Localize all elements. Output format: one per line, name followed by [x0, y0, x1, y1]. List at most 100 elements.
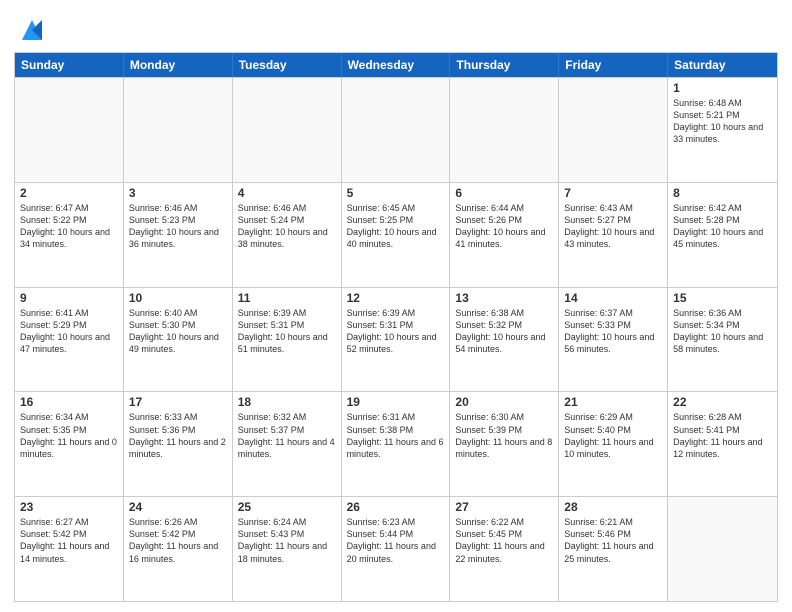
day-info: Sunrise: 6:41 AM Sunset: 5:29 PM Dayligh… — [20, 307, 118, 356]
day-number: 6 — [455, 186, 553, 200]
day-number: 20 — [455, 395, 553, 409]
day-info: Sunrise: 6:48 AM Sunset: 5:21 PM Dayligh… — [673, 97, 772, 146]
calendar-body: 1 Sunrise: 6:48 AM Sunset: 5:21 PM Daylig… — [15, 77, 777, 601]
day-number: 8 — [673, 186, 772, 200]
day-info: Sunrise: 6:33 AM Sunset: 5:36 PM Dayligh… — [129, 411, 227, 460]
day-info: Sunrise: 6:23 AM Sunset: 5:44 PM Dayligh… — [347, 516, 445, 565]
calendar-row-4: 23 Sunrise: 6:27 AM Sunset: 5:42 PM Dayli… — [15, 496, 777, 601]
day-info: Sunrise: 6:44 AM Sunset: 5:26 PM Dayligh… — [455, 202, 553, 251]
day-number: 26 — [347, 500, 445, 514]
calendar-cell-0-2 — [233, 78, 342, 182]
day-number: 10 — [129, 291, 227, 305]
page: SundayMondayTuesdayWednesdayThursdayFrid… — [0, 0, 792, 612]
day-number: 14 — [564, 291, 662, 305]
day-info: Sunrise: 6:34 AM Sunset: 5:35 PM Dayligh… — [20, 411, 118, 460]
day-number: 16 — [20, 395, 118, 409]
day-info: Sunrise: 6:30 AM Sunset: 5:39 PM Dayligh… — [455, 411, 553, 460]
calendar-cell-1-2: 4Sunrise: 6:46 AM Sunset: 5:24 PM Daylig… — [233, 183, 342, 287]
day-info: Sunrise: 6:40 AM Sunset: 5:30 PM Dayligh… — [129, 307, 227, 356]
calendar-cell-0-5 — [559, 78, 668, 182]
header-day-tuesday: Tuesday — [233, 53, 342, 77]
calendar-header: SundayMondayTuesdayWednesdayThursdayFrid… — [15, 53, 777, 77]
day-info: Sunrise: 6:26 AM Sunset: 5:42 PM Dayligh… — [129, 516, 227, 565]
calendar-cell-4-6 — [668, 497, 777, 601]
day-info: Sunrise: 6:36 AM Sunset: 5:34 PM Dayligh… — [673, 307, 772, 356]
header-day-sunday: Sunday — [15, 53, 124, 77]
calendar-row-1: 2 Sunrise: 6:47 AM Sunset: 5:22 PM Daylig… — [15, 182, 777, 287]
day-info: Sunrise: 6:27 AM Sunset: 5:42 PM Dayligh… — [20, 516, 118, 565]
calendar-cell-2-4: 13Sunrise: 6:38 AM Sunset: 5:32 PM Dayli… — [450, 288, 559, 392]
day-number: 1 — [673, 81, 772, 95]
calendar-cell-2-5: 14 Sunrise: 6:37 AM Sunset: 5:33 PM Dayli… — [559, 288, 668, 392]
day-number: 25 — [238, 500, 336, 514]
day-number: 7 — [564, 186, 662, 200]
day-info: Sunrise: 6:22 AM Sunset: 5:45 PM Dayligh… — [455, 516, 553, 565]
calendar-cell-1-3: 5Sunrise: 6:45 AM Sunset: 5:25 PM Daylig… — [342, 183, 451, 287]
calendar-cell-4-3: 26 Sunrise: 6:23 AM Sunset: 5:44 PM Dayli… — [342, 497, 451, 601]
calendar-cell-1-4: 6 Sunrise: 6:44 AM Sunset: 5:26 PM Daylig… — [450, 183, 559, 287]
calendar-cell-3-2: 18 Sunrise: 6:32 AM Sunset: 5:37 PM Dayli… — [233, 392, 342, 496]
day-info: Sunrise: 6:21 AM Sunset: 5:46 PM Dayligh… — [564, 516, 662, 565]
header-day-thursday: Thursday — [450, 53, 559, 77]
calendar-cell-0-0 — [15, 78, 124, 182]
day-number: 12 — [347, 291, 445, 305]
day-info: Sunrise: 6:42 AM Sunset: 5:28 PM Dayligh… — [673, 202, 772, 251]
calendar-cell-3-4: 20 Sunrise: 6:30 AM Sunset: 5:39 PM Dayli… — [450, 392, 559, 496]
day-number: 17 — [129, 395, 227, 409]
calendar-cell-1-1: 3 Sunrise: 6:46 AM Sunset: 5:23 PM Daylig… — [124, 183, 233, 287]
calendar-row-3: 16 Sunrise: 6:34 AM Sunset: 5:35 PM Dayli… — [15, 391, 777, 496]
calendar-cell-3-5: 21 Sunrise: 6:29 AM Sunset: 5:40 PM Dayli… — [559, 392, 668, 496]
day-info: Sunrise: 6:38 AM Sunset: 5:32 PM Dayligh… — [455, 307, 553, 356]
calendar-cell-0-4 — [450, 78, 559, 182]
calendar-cell-1-0: 2 Sunrise: 6:47 AM Sunset: 5:22 PM Daylig… — [15, 183, 124, 287]
calendar-row-0: 1 Sunrise: 6:48 AM Sunset: 5:21 PM Daylig… — [15, 77, 777, 182]
day-number: 23 — [20, 500, 118, 514]
calendar-cell-3-0: 16 Sunrise: 6:34 AM Sunset: 5:35 PM Dayli… — [15, 392, 124, 496]
day-number: 18 — [238, 395, 336, 409]
calendar-cell-2-3: 12 Sunrise: 6:39 AM Sunset: 5:31 PM Dayli… — [342, 288, 451, 392]
day-info: Sunrise: 6:39 AM Sunset: 5:31 PM Dayligh… — [347, 307, 445, 356]
day-number: 19 — [347, 395, 445, 409]
calendar-cell-1-5: 7 Sunrise: 6:43 AM Sunset: 5:27 PM Daylig… — [559, 183, 668, 287]
calendar-cell-2-2: 11Sunrise: 6:39 AM Sunset: 5:31 PM Dayli… — [233, 288, 342, 392]
day-info: Sunrise: 6:32 AM Sunset: 5:37 PM Dayligh… — [238, 411, 336, 460]
day-number: 22 — [673, 395, 772, 409]
day-number: 11 — [238, 291, 336, 305]
day-info: Sunrise: 6:37 AM Sunset: 5:33 PM Dayligh… — [564, 307, 662, 356]
calendar-cell-0-6: 1 Sunrise: 6:48 AM Sunset: 5:21 PM Daylig… — [668, 78, 777, 182]
day-info: Sunrise: 6:46 AM Sunset: 5:23 PM Dayligh… — [129, 202, 227, 251]
day-info: Sunrise: 6:45 AM Sunset: 5:25 PM Dayligh… — [347, 202, 445, 251]
day-info: Sunrise: 6:24 AM Sunset: 5:43 PM Dayligh… — [238, 516, 336, 565]
calendar-cell-4-0: 23 Sunrise: 6:27 AM Sunset: 5:42 PM Dayli… — [15, 497, 124, 601]
calendar-cell-2-6: 15 Sunrise: 6:36 AM Sunset: 5:34 PM Dayli… — [668, 288, 777, 392]
day-number: 28 — [564, 500, 662, 514]
day-info: Sunrise: 6:29 AM Sunset: 5:40 PM Dayligh… — [564, 411, 662, 460]
calendar-cell-3-3: 19 Sunrise: 6:31 AM Sunset: 5:38 PM Dayli… — [342, 392, 451, 496]
day-number: 3 — [129, 186, 227, 200]
header-day-friday: Friday — [559, 53, 668, 77]
day-number: 2 — [20, 186, 118, 200]
calendar-cell-3-6: 22Sunrise: 6:28 AM Sunset: 5:41 PM Dayli… — [668, 392, 777, 496]
logo — [14, 16, 46, 44]
header — [14, 12, 778, 44]
day-number: 9 — [20, 291, 118, 305]
calendar-cell-0-3 — [342, 78, 451, 182]
day-info: Sunrise: 6:31 AM Sunset: 5:38 PM Dayligh… — [347, 411, 445, 460]
day-number: 21 — [564, 395, 662, 409]
day-number: 24 — [129, 500, 227, 514]
day-info: Sunrise: 6:47 AM Sunset: 5:22 PM Dayligh… — [20, 202, 118, 251]
calendar-cell-2-0: 9 Sunrise: 6:41 AM Sunset: 5:29 PM Daylig… — [15, 288, 124, 392]
day-number: 15 — [673, 291, 772, 305]
calendar-cell-4-2: 25 Sunrise: 6:24 AM Sunset: 5:43 PM Dayli… — [233, 497, 342, 601]
calendar-cell-1-6: 8 Sunrise: 6:42 AM Sunset: 5:28 PM Daylig… — [668, 183, 777, 287]
header-day-saturday: Saturday — [668, 53, 777, 77]
calendar-cell-4-5: 28 Sunrise: 6:21 AM Sunset: 5:46 PM Dayli… — [559, 497, 668, 601]
day-number: 27 — [455, 500, 553, 514]
day-number: 4 — [238, 186, 336, 200]
header-day-wednesday: Wednesday — [342, 53, 451, 77]
calendar-cell-4-4: 27 Sunrise: 6:22 AM Sunset: 5:45 PM Dayli… — [450, 497, 559, 601]
calendar-cell-0-1 — [124, 78, 233, 182]
calendar-cell-3-1: 17 Sunrise: 6:33 AM Sunset: 5:36 PM Dayli… — [124, 392, 233, 496]
day-info: Sunrise: 6:43 AM Sunset: 5:27 PM Dayligh… — [564, 202, 662, 251]
calendar: SundayMondayTuesdayWednesdayThursdayFrid… — [14, 52, 778, 602]
